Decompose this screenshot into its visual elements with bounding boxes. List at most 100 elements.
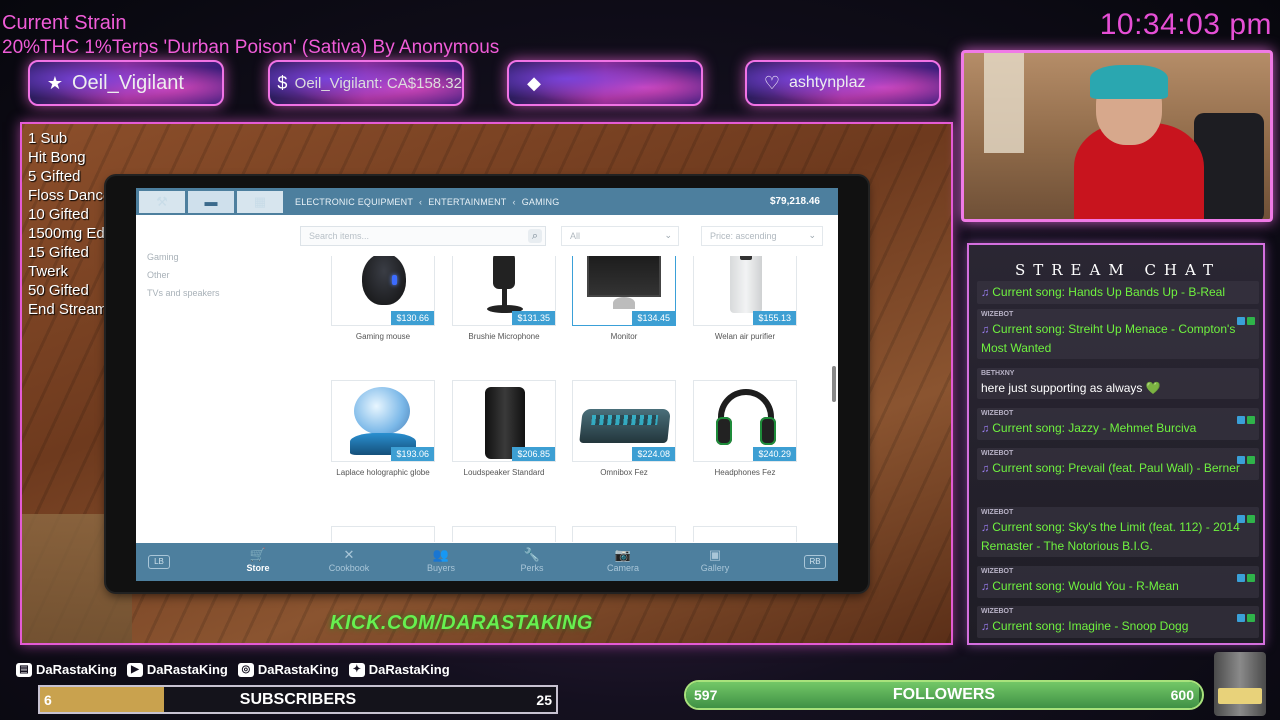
nav-cookbook[interactable]: ✕ Cookbook	[319, 547, 379, 573]
product-thumbnail: $134.45	[572, 256, 676, 326]
product-name: Loudspeaker Standard	[463, 468, 545, 477]
filter-select[interactable]: All ⌄	[561, 226, 679, 246]
nav-camera[interactable]: 📷 Camera	[593, 547, 653, 573]
nav-label: Store	[246, 563, 270, 573]
chat-username: BETHXNY	[981, 370, 1015, 377]
badge-icon	[1247, 574, 1255, 582]
sofa-tab-button[interactable]: ▬	[188, 190, 234, 213]
category-item[interactable]: TVs and speakers	[147, 284, 220, 302]
chat-username: WIZEBOT	[981, 608, 1014, 615]
social-twitch[interactable]: ▤ DaRastaKing	[16, 662, 117, 677]
chat-message-text: ♫ Current song: Imagine - Snoop Dogg	[981, 617, 1255, 636]
cart-icon: 🛒	[249, 547, 267, 562]
scrollbar[interactable]	[832, 366, 836, 402]
product-thumbnail: $193.06	[331, 380, 435, 462]
stream-chat: STREAM CHAT ♫ Current song: Hands Up Band…	[967, 243, 1265, 645]
grid-tab-button[interactable]: ▦	[237, 190, 283, 213]
product-card[interactable]: $193.06 Laplace holographic globe	[331, 380, 435, 477]
product-card[interactable]: $206.85 Loudspeaker Standard	[452, 380, 556, 477]
chat-message-text: ♫ Current song: Prevail (feat. Paul Wall)…	[981, 459, 1255, 478]
chevron-down-icon: ⌄	[808, 230, 816, 240]
product-card[interactable]: $130.66 Gaming mouse	[331, 256, 435, 341]
twitch-icon: ▤	[16, 662, 32, 677]
monitor-stand	[613, 297, 635, 309]
search-icon[interactable]: ⌕	[528, 229, 542, 243]
heart-icon: ♡	[763, 72, 781, 93]
social-instagram[interactable]: ◎ DaRastaKing	[237, 662, 339, 677]
product-card[interactable]: $240.29 Headphones Fez	[693, 380, 797, 477]
chat-badges	[1235, 451, 1255, 469]
product-card[interactable]	[572, 526, 676, 542]
music-note-icon: ♫	[981, 522, 990, 534]
instagram-icon: ◎	[237, 662, 254, 677]
product-card[interactable]	[452, 526, 556, 542]
social-youtube[interactable]: ▶ DaRastaKing	[126, 662, 228, 677]
sub-alert-banner: ◆	[507, 60, 703, 106]
follower-alert-banner: ★ Oeil_Vigilant	[28, 60, 224, 106]
lb-button[interactable]: LB	[148, 555, 170, 569]
image-icon: ▣	[708, 547, 722, 562]
breadcrumb-item[interactable]: GAMING	[522, 197, 560, 207]
product-card[interactable]: $224.08 Omnibox Fez	[572, 380, 676, 477]
product-card[interactable]: $155.13 Welan air purifier	[693, 256, 797, 341]
badge-icon	[1247, 515, 1255, 523]
chevron-left-icon: ‹	[512, 196, 516, 207]
product-thumbnail: $131.35	[452, 256, 556, 326]
banner-text: Oeil_Vigilant	[72, 71, 184, 94]
product-price: $134.45	[632, 311, 675, 325]
nav-gallery[interactable]: ▣ Gallery	[685, 547, 745, 573]
product-price: $130.66	[391, 311, 434, 325]
headphones-ear-left	[716, 417, 732, 445]
product-thumbnail: $224.08	[572, 380, 676, 462]
badge-icon	[1247, 317, 1255, 325]
chat-message-text: ♫ Current song: Hands Up Bands Up - B-Rea…	[981, 283, 1255, 302]
breadcrumb: ELECTRONIC EQUIPMENT ‹ ENTERTAINMENT ‹ G…	[295, 197, 559, 207]
product-thumbnail: $240.29	[693, 380, 797, 462]
in-game-tablet: ⚒ ▬ ▦ ELECTRONIC EQUIPMENT ‹ ENTERTAINME…	[106, 176, 868, 592]
product-card[interactable]: $131.35 Brushie Microphone	[452, 256, 556, 341]
product-card[interactable]: $134.45 Monitor	[572, 256, 676, 341]
webcam-chair	[1194, 113, 1264, 219]
chat-badges	[1235, 609, 1255, 627]
product-name: Laplace holographic globe	[336, 468, 430, 477]
star-icon: ★	[46, 72, 64, 93]
product-price: $131.35	[512, 311, 555, 325]
product-name: Omnibox Fez	[600, 468, 648, 477]
badge-icon	[1237, 515, 1245, 523]
sort-select[interactable]: Price: ascending ⌄	[701, 226, 823, 246]
search-input[interactable]: Search items...	[300, 226, 546, 246]
sort-value: Price: ascending	[710, 231, 777, 241]
goal-item: Hit Bong	[28, 149, 86, 166]
product-thumbnail: $206.85	[452, 380, 556, 462]
breadcrumb-item[interactable]: ENTERTAINMENT	[428, 197, 506, 207]
rb-button[interactable]: RB	[804, 555, 826, 569]
twitter-icon: ✦	[348, 662, 365, 677]
category-item[interactable]: Gaming	[147, 248, 220, 266]
nav-store[interactable]: 🛒 Store	[228, 547, 288, 573]
globe-image	[354, 387, 410, 435]
chat-text: Current song: Prevail (feat. Paul Wall) …	[992, 461, 1240, 475]
chat-title: STREAM CHAT	[1014, 261, 1222, 279]
product-price: $155.13	[753, 311, 796, 325]
product-thumbnail	[693, 526, 797, 542]
music-note-icon: ♫	[981, 463, 990, 475]
chat-message-text: ♫ Current song: Streiht Up Menace - Compt…	[981, 320, 1255, 357]
nav-buyers[interactable]: 👥 Buyers	[411, 547, 471, 573]
nav-label: Buyers	[426, 563, 455, 573]
tip-alert-banner: $ Oeil_Vigilant: CA$158.32	[268, 60, 464, 106]
gaming-mouse-image	[362, 256, 406, 305]
category-list: Gaming Other TVs and speakers	[147, 248, 220, 302]
product-card[interactable]	[331, 526, 435, 542]
chat-text: Current song: Streiht Up Menace - Compto…	[981, 322, 1236, 355]
social-twitter[interactable]: ✦ DaRastaKing	[348, 662, 450, 677]
breadcrumb-item[interactable]: ELECTRONIC EQUIPMENT	[295, 197, 413, 207]
product-price: $224.08	[632, 447, 675, 461]
music-note-icon: ♫	[981, 287, 990, 299]
product-card[interactable]	[693, 526, 797, 542]
category-item[interactable]: Other	[147, 266, 220, 284]
chat-username: WIZEBOT	[981, 568, 1014, 575]
hammer-tab-button[interactable]: ⚒	[139, 190, 185, 213]
nav-perks[interactable]: 🔧 Perks	[502, 547, 562, 573]
chat-badges	[1235, 411, 1255, 429]
microphone-image	[493, 256, 515, 289]
